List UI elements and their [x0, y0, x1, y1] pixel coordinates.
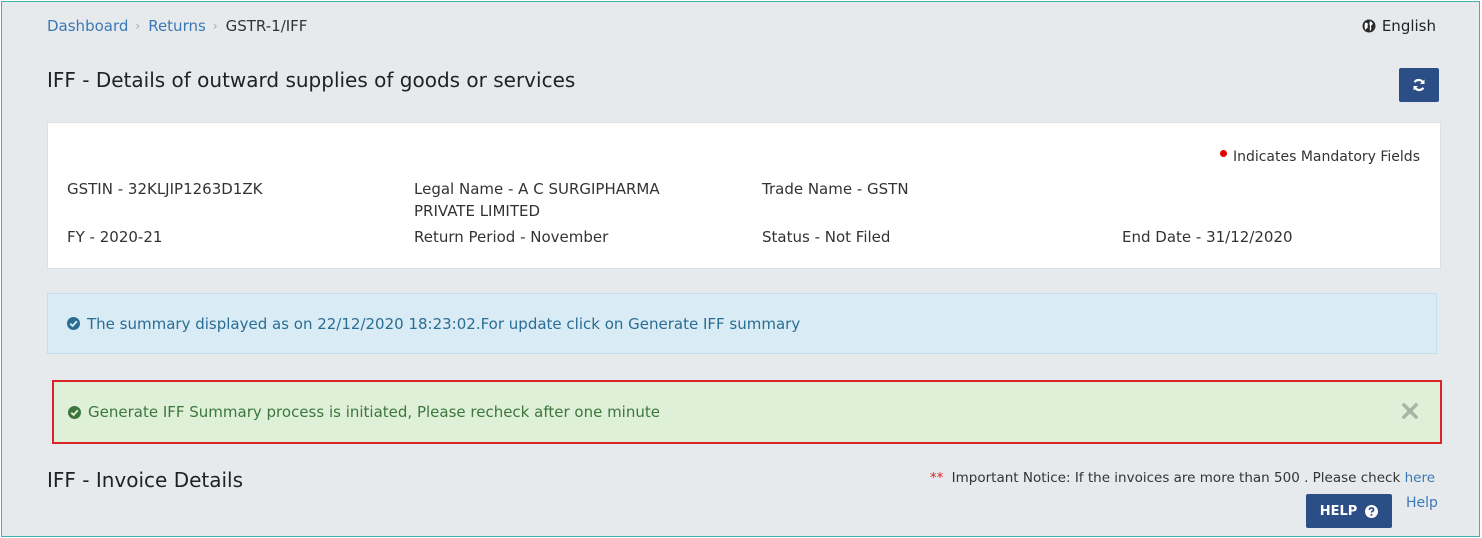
breadcrumb-dashboard[interactable]: Dashboard: [47, 17, 128, 35]
mandatory-dot-icon: [1219, 149, 1227, 157]
notice-text: Important Notice: If the invoices are mo…: [951, 470, 1401, 486]
trade-name-field: Trade Name - GSTN: [762, 180, 909, 198]
mandatory-note: Indicates Mandatory Fields: [1219, 149, 1420, 165]
legal-name-line1: Legal Name - A C SURGIPHARMA: [414, 180, 660, 198]
important-notice: ** Important Notice: If the invoices are…: [930, 470, 1435, 486]
notice-stars: **: [929, 470, 944, 486]
gstin-field: GSTIN - 32KLJIP1263D1ZK: [67, 180, 263, 198]
breadcrumb: Dashboard › Returns › GSTR-1/IFF: [47, 17, 307, 35]
end-date-field: End Date - 31/12/2020: [1122, 228, 1293, 246]
language-selector[interactable]: English: [1362, 17, 1436, 35]
refresh-icon: [1413, 78, 1425, 92]
breadcrumb-returns[interactable]: Returns: [148, 17, 206, 35]
page-title: IFF - Details of outward supplies of goo…: [47, 68, 576, 92]
summary-info-text: The summary displayed as on 22/12/2020 1…: [87, 314, 801, 333]
refresh-button[interactable]: [1399, 68, 1439, 102]
return-period-field: Return Period - November: [414, 228, 609, 246]
question-circle-icon: [1365, 504, 1379, 518]
summary-info-alert: The summary displayed as on 22/12/2020 1…: [47, 293, 1437, 354]
breadcrumb-current: GSTR-1/IFF: [225, 17, 308, 35]
check-circle-icon: [68, 405, 81, 419]
fy-field: FY - 2020-21: [67, 228, 163, 246]
status-field: Status - Not Filed: [762, 228, 891, 246]
help-button[interactable]: HELP: [1306, 494, 1392, 528]
invoice-details-title: IFF - Invoice Details: [47, 468, 244, 492]
breadcrumb-separator: ›: [135, 19, 141, 33]
notice-here-link[interactable]: here: [1405, 470, 1435, 486]
breadcrumb-separator: ›: [212, 19, 218, 33]
success-alert-text: Generate IFF Summary process is initiate…: [88, 403, 660, 421]
help-button-label: HELP: [1319, 503, 1358, 519]
taxpayer-info-card: Indicates Mandatory Fields GSTIN - 32KLJ…: [47, 122, 1441, 269]
legal-name-field: Legal Name - A C SURGIPHARMA PRIVATE LIM…: [414, 178, 660, 222]
language-label: English: [1381, 17, 1436, 35]
globe-icon: [1362, 19, 1376, 33]
generate-summary-success-alert: Generate IFF Summary process is initiate…: [52, 380, 1442, 444]
page-container: Dashboard › Returns › GSTR-1/IFF English…: [1, 1, 1480, 537]
legal-name-line2: PRIVATE LIMITED: [414, 202, 541, 220]
help-link[interactable]: Help: [1406, 495, 1438, 511]
mandatory-note-text: Indicates Mandatory Fields: [1232, 149, 1420, 165]
check-circle-icon: [67, 317, 80, 330]
close-icon[interactable]: [1401, 402, 1419, 423]
